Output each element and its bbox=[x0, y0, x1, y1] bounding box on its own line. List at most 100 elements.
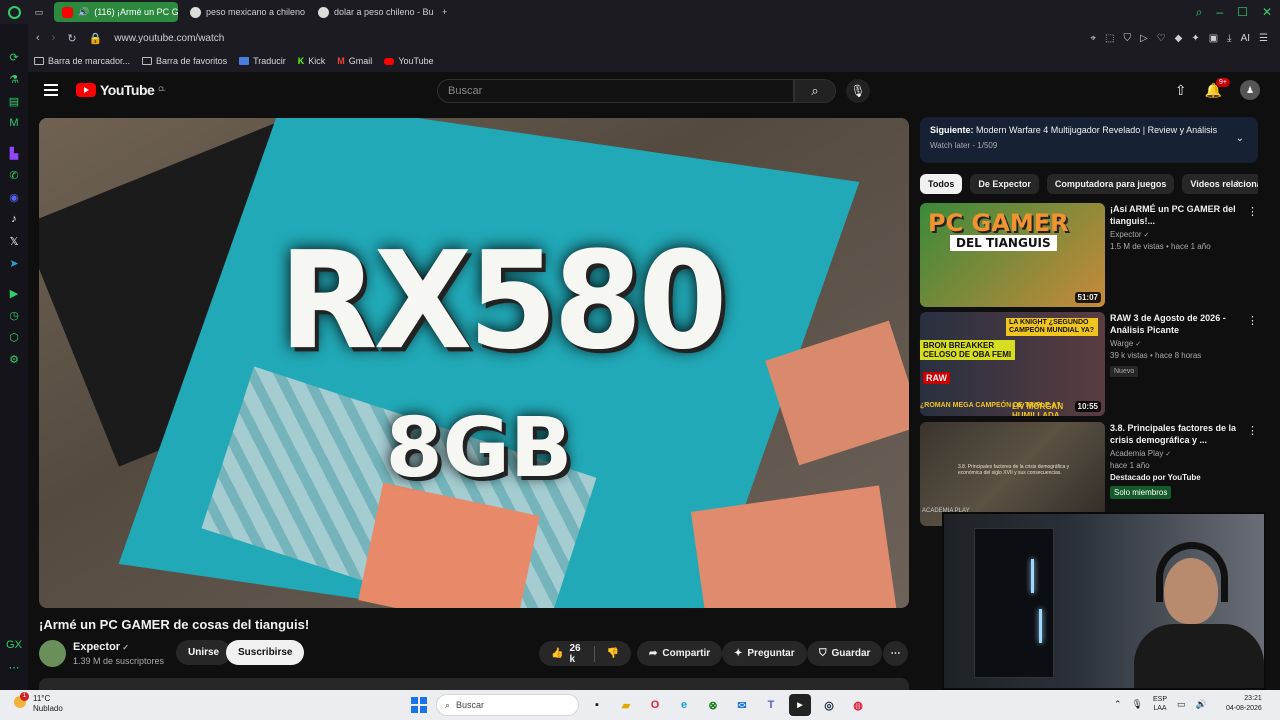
volume-icon[interactable]: 🔊 bbox=[1196, 699, 1207, 710]
xbox-icon[interactable]: ⊗ bbox=[702, 694, 724, 716]
heart-icon[interactable]: ♡ bbox=[1157, 33, 1166, 44]
chip-gaming-pc[interactable]: Computadora para juegos bbox=[1046, 174, 1175, 194]
more-vert-icon[interactable]: ⋮ bbox=[1247, 314, 1258, 327]
recommendation-channel[interactable]: Warge bbox=[1110, 339, 1238, 348]
play-icon[interactable]: ▷ bbox=[1140, 33, 1148, 44]
upload-icon[interactable]: ⇧ bbox=[1175, 82, 1187, 99]
like-icon[interactable]: 👍 bbox=[551, 648, 563, 659]
sidebar-telegram-icon[interactable]: ➤ bbox=[0, 252, 28, 274]
sidebar-aria-icon[interactable]: ⚗ bbox=[0, 68, 28, 90]
microphone-icon[interactable]: 🎙 bbox=[846, 79, 870, 103]
windows-start-icon[interactable] bbox=[411, 697, 427, 713]
sidebar-extensions-icon[interactable]: ⬡ bbox=[0, 326, 28, 348]
more-vert-icon[interactable]: ⋮ bbox=[1247, 205, 1258, 218]
tray-chevron-icon[interactable]: ⌃ bbox=[1114, 699, 1122, 710]
sidebar-history-icon[interactable]: ◷ bbox=[0, 304, 28, 326]
file-explorer-icon[interactable]: ▰ bbox=[615, 694, 637, 716]
network-icon[interactable]: ▭ bbox=[1177, 699, 1186, 710]
sidebar-whatsapp-icon[interactable]: ✆ bbox=[0, 164, 28, 186]
channel-avatar[interactable] bbox=[39, 640, 66, 667]
chevron-right-icon[interactable]: › bbox=[1236, 177, 1239, 188]
youtube-logo[interactable]: YouTube CL bbox=[76, 82, 165, 98]
bookmark-gmail[interactable]: M Gmail bbox=[337, 56, 372, 66]
search-icon[interactable]: ⌕ bbox=[794, 79, 836, 103]
description-box[interactable] bbox=[39, 678, 909, 690]
new-tab-button[interactable]: + bbox=[438, 2, 451, 22]
notifications-bell-icon[interactable]: 🔔 9+ bbox=[1205, 77, 1230, 99]
sidebar-more-icon[interactable]: ⋯ bbox=[0, 656, 28, 678]
sidebar-player-icon[interactable]: ▶ bbox=[0, 282, 28, 304]
edge-icon[interactable]: e bbox=[673, 694, 695, 716]
snapshot-icon[interactable]: ⬚ bbox=[1105, 33, 1114, 44]
video-player[interactable]: RX580 8GB bbox=[39, 118, 909, 608]
steam-icon[interactable]: ◎ bbox=[818, 694, 840, 716]
bookmark-folder-2[interactable]: Barra de favoritos bbox=[142, 56, 227, 66]
teams-icon[interactable]: T bbox=[760, 694, 782, 716]
playlist-queue-card[interactable]: Siguiente: Modern Warfare 4 Multijugador… bbox=[920, 117, 1258, 163]
chip-related[interactable]: Videos relacionados bbox=[1182, 174, 1258, 194]
bookmark-kick[interactable]: K Kick bbox=[298, 56, 326, 66]
language-indicator[interactable]: ESP LAA bbox=[1153, 695, 1167, 713]
shield-icon[interactable]: ⛉ bbox=[1123, 33, 1131, 44]
recommendation-channel[interactable]: Expector bbox=[1110, 230, 1238, 239]
recommendation-title[interactable]: RAW 3 de Agosto de 2026 - Análisis Pican… bbox=[1110, 312, 1238, 336]
ai-button[interactable]: AI bbox=[1241, 33, 1250, 44]
recommendation-title[interactable]: 3.8. Principales factores de la crisis d… bbox=[1110, 422, 1238, 446]
recommendation-thumbnail[interactable]: LA KNIGHT ¿SEGUNDO CAMPEÓN MUNDIAL YA? B… bbox=[920, 312, 1105, 416]
channel-name[interactable]: Expector bbox=[73, 641, 129, 653]
account-avatar[interactable]: ♟ bbox=[1240, 80, 1260, 100]
taskbar-clock[interactable]: 23:21 04-08-2026 bbox=[1226, 694, 1262, 714]
sidebar-settings-icon[interactable]: ⚙ bbox=[0, 348, 28, 370]
join-button[interactable]: Unirse bbox=[176, 640, 232, 665]
opera-gx-icon[interactable]: ◍ bbox=[847, 694, 869, 716]
recommendation-item[interactable]: LA KNIGHT ¿SEGUNDO CAMPEÓN MUNDIAL YA? B… bbox=[920, 312, 1258, 416]
recommendation-channel[interactable]: Academia Play bbox=[1110, 449, 1238, 458]
minimize-icon[interactable]: – bbox=[1216, 5, 1223, 19]
more-actions-icon[interactable]: ⋯ bbox=[883, 641, 908, 666]
tab-google-search-1[interactable]: peso mexicano a chileno - Buscar con Goo… bbox=[182, 2, 306, 22]
opera-icon[interactable]: O bbox=[644, 694, 666, 716]
dislike-icon[interactable]: 👎 bbox=[607, 648, 619, 659]
share-button[interactable]: ➦ Compartir bbox=[637, 641, 723, 666]
recommendation-thumbnail[interactable]: 3.8. Principales factores de la crisis d… bbox=[920, 422, 1105, 526]
download-icon[interactable]: ⤓ bbox=[1227, 33, 1231, 44]
recommendation-title[interactable]: ¡Así ARMÉ un PC GAMER del tianguis!... bbox=[1110, 203, 1238, 227]
search-tabs-icon[interactable]: ⌕ bbox=[1196, 5, 1203, 20]
chip-all[interactable]: Todos bbox=[920, 174, 963, 194]
url-field[interactable]: www.youtube.com/watch bbox=[114, 33, 224, 44]
hamburger-menu-icon[interactable] bbox=[44, 84, 58, 96]
reload-icon[interactable]: ↻ bbox=[67, 32, 76, 45]
bookmark-translate[interactable]: Traducir bbox=[239, 56, 286, 66]
forward-icon[interactable]: › bbox=[52, 32, 56, 44]
sidebar-x-icon[interactable]: 𝕏 bbox=[0, 230, 28, 252]
task-view-icon[interactable]: ▪ bbox=[586, 694, 608, 716]
sidebar-twitch-icon[interactable]: ▙ bbox=[0, 142, 28, 164]
close-icon[interactable]: ✕ bbox=[1262, 5, 1272, 19]
sidebar-gx-icon[interactable]: GX bbox=[0, 634, 28, 656]
sidebar-discord-icon[interactable]: ◉ bbox=[0, 186, 28, 208]
chip-from-channel[interactable]: De Expector bbox=[970, 174, 1039, 194]
microphone-tray-icon[interactable]: 🎙 bbox=[1132, 699, 1143, 710]
bookmark-youtube[interactable]: YouTube bbox=[384, 56, 434, 66]
profile-icon[interactable]: ▣ bbox=[1209, 33, 1218, 44]
ask-button[interactable]: ✦ Preguntar bbox=[722, 641, 807, 666]
tab-overview-icon[interactable]: ▭ bbox=[28, 2, 50, 22]
subscribe-button[interactable]: Suscribirse bbox=[226, 640, 305, 665]
sidebar-speed-dial-icon[interactable]: ⟳ bbox=[0, 46, 28, 68]
puzzle-icon[interactable]: ✦ bbox=[1191, 33, 1199, 44]
taskbar-search[interactable]: ⌕ Buscar bbox=[436, 694, 579, 716]
back-icon[interactable]: ‹ bbox=[36, 32, 40, 44]
tab-google-search-2[interactable]: dolar a peso chileno - Buscar con Google bbox=[310, 2, 434, 22]
save-button[interactable]: ⛉ Guardar bbox=[807, 641, 883, 666]
lock-icon[interactable]: 🔒 bbox=[89, 32, 103, 45]
recommendation-item[interactable]: 3.8. Principales factores de la crisis d… bbox=[920, 422, 1258, 526]
sidebar-messenger-icon[interactable]: M bbox=[0, 112, 28, 134]
bookmark-folder-1[interactable]: Barra de marcador... bbox=[34, 56, 130, 66]
recommendation-thumbnail[interactable]: PC GAMER DEL TIANGUIS 51:07 bbox=[920, 203, 1105, 307]
media-app-icon[interactable]: ▶ bbox=[789, 694, 811, 716]
outlook-icon[interactable]: ✉ bbox=[731, 694, 753, 716]
maximize-icon[interactable]: ☐ bbox=[1237, 5, 1248, 19]
like-count[interactable]: 26 k bbox=[569, 643, 581, 665]
more-vert-icon[interactable]: ⋮ bbox=[1247, 424, 1258, 437]
chevron-down-icon[interactable]: ⌄ bbox=[1236, 133, 1244, 144]
